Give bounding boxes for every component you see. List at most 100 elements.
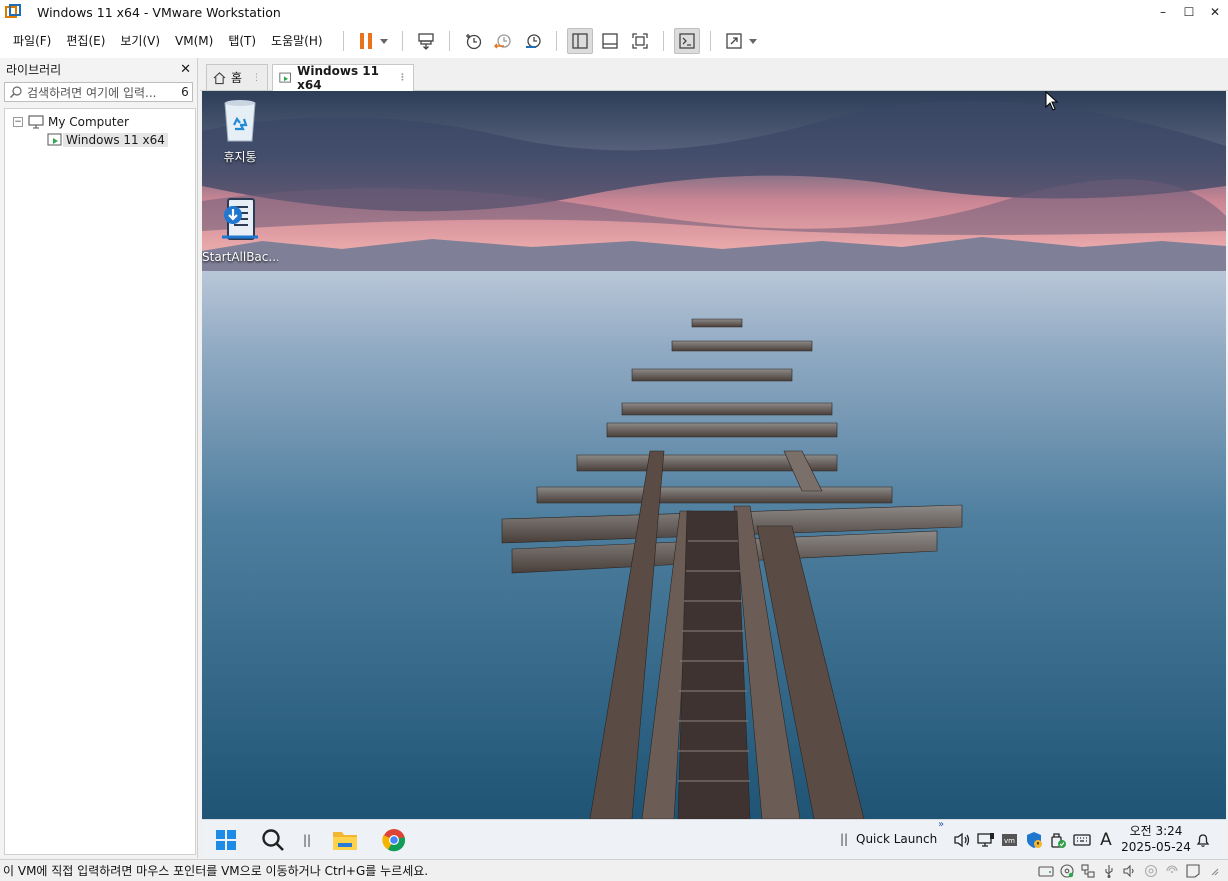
chevron-down-icon (748, 38, 757, 44)
tab-close-icon[interactable]: ⋮ (398, 73, 407, 83)
status-bar: 이 VM에 직접 입력하려면 마우스 포인터를 VM으로 이동하거나 Ctrl+… (0, 859, 1228, 881)
toolbar-separator (662, 31, 664, 51)
close-button[interactable]: ✕ (1202, 0, 1228, 24)
network-adapter-icon[interactable] (1079, 863, 1096, 879)
vm-running-icon (47, 133, 62, 146)
menu-help[interactable]: 도움말(H) (265, 29, 329, 53)
safely-remove-hardware-icon[interactable] (1049, 831, 1067, 849)
thumbnail-bar-button[interactable] (597, 28, 623, 54)
taskbar-search-button[interactable] (259, 820, 287, 859)
title-bar: Windows 11 x64 - VMware Workstation – ☐ … (0, 0, 1228, 24)
svg-text:vm: vm (1004, 837, 1015, 845)
taskbar-divider: || (302, 833, 312, 847)
library-pane-icon (571, 33, 588, 49)
bluetooth-icon[interactable] (1163, 863, 1180, 879)
snapshot-manager-icon (525, 34, 541, 48)
show-library-button[interactable] (566, 28, 593, 54)
computer-icon (28, 115, 44, 129)
full-screen-icon (631, 33, 648, 49)
menu-tabs[interactable]: 탭(T) (222, 29, 262, 53)
chevron-down-icon (379, 38, 388, 44)
status-message: 이 VM에 직접 입력하려면 마우스 포인터를 VM으로 이동하거나 Ctrl+… (3, 864, 429, 878)
quick-launch-divider: || (840, 832, 849, 846)
console-view-button[interactable] (673, 28, 700, 54)
quick-launch-toolbar[interactable]: Quick Launch (856, 832, 937, 846)
desktop-icon-label: StartAllBac... (202, 250, 278, 264)
library-tree: − My Computer Windows 11 x64 (4, 108, 196, 855)
windows-logo-icon (216, 830, 236, 850)
cd-dvd-icon[interactable] (1058, 863, 1075, 879)
snapshot-button[interactable] (460, 28, 486, 54)
stretch-icon (725, 33, 742, 49)
library-search-input[interactable]: 검색하려면 여기에 입력... (27, 84, 178, 101)
network-icon[interactable] (977, 831, 995, 849)
sound-card-icon[interactable] (1121, 863, 1138, 879)
startallback-icon (222, 198, 258, 240)
full-screen-button[interactable] (627, 28, 653, 54)
send-ctrl-alt-del-button[interactable] (413, 28, 439, 54)
revert-snapshot-button[interactable] (490, 28, 516, 54)
taskbar-chrome[interactable] (379, 820, 409, 859)
recycle-bin-icon (224, 100, 256, 142)
tab-vm[interactable]: Windows 11 x64 ⋮ (272, 64, 414, 92)
tree-collapse-toggle[interactable]: − (13, 117, 23, 127)
notification-bell-icon[interactable] (1194, 831, 1212, 849)
tab-label: Windows 11 x64 (297, 64, 379, 92)
desktop-icon-label: 휴지통 (223, 150, 257, 164)
start-button[interactable] (212, 820, 240, 859)
tree-item-my-computer[interactable]: − My Computer (5, 113, 195, 131)
stretch-guest-button[interactable] (721, 28, 761, 54)
tab-close-icon[interactable]: ⋮ (252, 73, 261, 83)
tree-label: Windows 11 x64 (63, 133, 168, 147)
keyboard-icon[interactable] (1073, 831, 1091, 849)
vm-console[interactable]: 휴지통 StartAllBac... || || Quick Launch » … (202, 91, 1226, 859)
toolbar-separator (342, 31, 344, 51)
tree-label: My Computer (48, 115, 129, 129)
library-search-box[interactable]: 검색하려면 여기에 입력... 6 (4, 82, 193, 102)
library-pane: 라이브러리 ✕ 검색하려면 여기에 입력... 6 − My Computer … (0, 58, 198, 858)
clock-date: 2025-05-24 (1121, 840, 1191, 854)
minimize-button[interactable]: – (1150, 0, 1176, 24)
search-result-count: 6 (181, 85, 189, 99)
resize-grip-icon[interactable] (1205, 863, 1222, 879)
vmware-tools-icon[interactable]: vm (1001, 831, 1019, 849)
input-method-indicator[interactable]: A (1097, 830, 1115, 850)
message-log-icon[interactable] (1184, 863, 1201, 879)
tab-label: 홈 (230, 71, 242, 85)
hard-disk-icon[interactable] (1037, 863, 1054, 879)
home-icon (213, 71, 226, 84)
tree-item-vm[interactable]: Windows 11 x64 (5, 131, 195, 149)
menu-edit[interactable]: 편집(E) (60, 29, 111, 53)
quick-launch-overflow[interactable]: » (938, 819, 944, 830)
desktop-icon-startallback[interactable]: StartAllBac... (202, 197, 278, 264)
search-icon (262, 829, 284, 851)
keyboard-send-icon (417, 33, 434, 50)
search-icon (5, 85, 27, 99)
tab-home[interactable]: 홈 ⋮ (206, 64, 268, 90)
mouse-cursor-icon (1045, 91, 1059, 111)
pause-button[interactable] (354, 28, 392, 54)
menu-view[interactable]: 보기(V) (114, 29, 166, 53)
printer-icon[interactable] (1142, 863, 1159, 879)
guest-taskbar: || || Quick Launch » vm A 오전 3:24 2025-0… (202, 819, 1226, 859)
volume-icon[interactable] (953, 831, 971, 849)
toolbar-separator (448, 31, 450, 51)
windows-security-icon[interactable] (1025, 831, 1043, 849)
toolbar-separator (555, 31, 557, 51)
desktop-icon-recycle-bin[interactable]: 휴지통 (202, 97, 278, 165)
vm-running-icon (279, 72, 291, 83)
menu-toolbar: 파일(F) 편집(E) 보기(V) VM(M) 탭(T) 도움말(H) (0, 24, 1228, 58)
usb-icon[interactable] (1100, 863, 1117, 879)
taskbar-file-explorer[interactable] (330, 820, 360, 859)
snapshot-icon (465, 34, 481, 50)
folder-icon (333, 832, 357, 850)
maximize-button[interactable]: ☐ (1176, 0, 1202, 24)
library-close-button[interactable]: ✕ (180, 62, 191, 77)
console-icon (678, 33, 695, 49)
menu-vm[interactable]: VM(M) (169, 29, 219, 53)
taskbar-clock[interactable]: 오전 3:24 2025-05-24 (1120, 823, 1192, 855)
desktop-wallpaper (202, 91, 1226, 819)
tab-strip: 홈 ⋮ Windows 11 x64 ⋮ (200, 58, 1228, 92)
snapshot-manager-button[interactable] (520, 28, 546, 54)
menu-file[interactable]: 파일(F) (7, 29, 57, 53)
